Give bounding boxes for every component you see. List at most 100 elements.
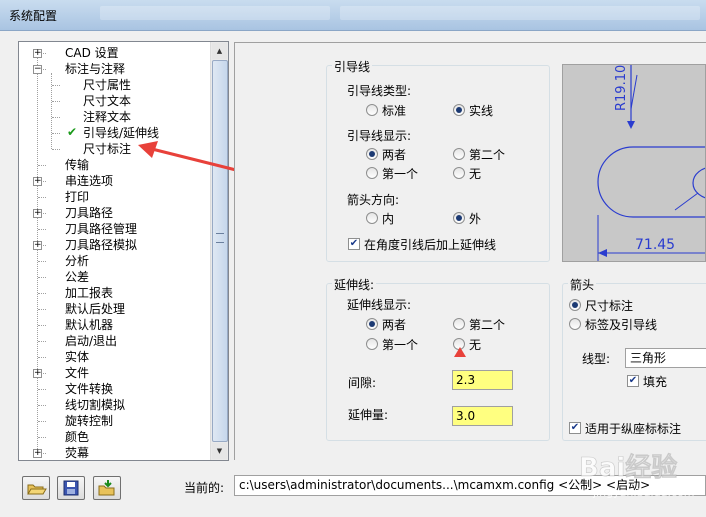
- tree-item[interactable]: 颜色: [65, 429, 89, 445]
- tree-connector: [52, 85, 60, 86]
- collapse-minus-icon[interactable]: −: [33, 65, 42, 74]
- tree-item[interactable]: 标注与注释: [65, 61, 125, 77]
- tree-item[interactable]: CAD 设置: [65, 45, 119, 61]
- extend-amount-input[interactable]: 3.0: [452, 406, 513, 426]
- tree-item-label: 实体: [65, 350, 90, 364]
- tree-item[interactable]: 默认后处理: [65, 301, 125, 317]
- radio-leader-solid[interactable]: [453, 104, 465, 116]
- linetype-combo[interactable]: 三角形: [625, 348, 706, 368]
- tree-item-label: 启动/退出: [65, 334, 118, 348]
- open-config-button[interactable]: [22, 476, 50, 500]
- radio-ext-both[interactable]: [366, 318, 378, 330]
- tree-subitem[interactable]: 尺寸文本: [83, 93, 131, 109]
- tree-connector: [38, 325, 46, 326]
- expand-plus-icon[interactable]: +: [33, 369, 42, 378]
- radio-arrow-dimension[interactable]: [569, 299, 581, 311]
- radio-ext-second[interactable]: [453, 318, 465, 330]
- tree-item[interactable]: 默认机器: [65, 317, 113, 333]
- watermark-sub: jingyan.baidu.com: [592, 486, 695, 499]
- radio-arrow-in-label: 内: [382, 212, 395, 226]
- tree-item[interactable]: 打印: [65, 189, 89, 205]
- radio-arrow-out[interactable]: [453, 212, 465, 224]
- tree-item-label: 颜色: [65, 430, 90, 444]
- tree-connector: [38, 389, 46, 390]
- tree-item-label: 加工报表: [65, 286, 114, 300]
- tree-item[interactable]: 文件: [65, 365, 89, 381]
- radio-ext-first[interactable]: [366, 338, 378, 350]
- radio-ext-first-label: 第一个: [382, 338, 419, 352]
- preview-length-text: 71.45: [635, 237, 675, 253]
- leader-group-title: 引导线: [332, 58, 373, 75]
- tree-item-label: 公差: [65, 270, 90, 284]
- checkbox-extend-after-angle[interactable]: ✔: [348, 238, 360, 250]
- tree-item-label: 串连选项: [65, 174, 114, 188]
- tree-item[interactable]: 荧幕: [65, 445, 89, 460]
- gap-label: 间隙:: [348, 376, 377, 390]
- tree-item[interactable]: 线切割模拟: [65, 397, 125, 413]
- save-config-button[interactable]: [57, 476, 85, 500]
- merge-config-button[interactable]: [93, 476, 121, 500]
- tree-item[interactable]: 启动/退出: [65, 333, 117, 349]
- scroll-down-icon[interactable]: ▼: [212, 443, 227, 459]
- blurred-toolbar: [100, 6, 330, 20]
- tree-connector: [52, 133, 60, 134]
- tree-item-label: 刀具路径: [65, 206, 114, 220]
- baidu-watermark-logo: Bai经验 jingyan.baidu.com: [579, 452, 695, 499]
- tree-connector: [38, 165, 46, 166]
- tree-connector: [38, 229, 46, 230]
- expand-plus-icon[interactable]: +: [33, 241, 42, 250]
- radio-ext-none-label: 无: [469, 338, 482, 352]
- radio-leader-standard[interactable]: [366, 104, 378, 116]
- tree-item[interactable]: 旋转控制: [65, 413, 113, 429]
- tree-item[interactable]: 刀具路径模拟: [65, 237, 137, 253]
- tree-subitem[interactable]: 注释文本: [83, 109, 131, 125]
- tree-subitem[interactable]: 尺寸属性: [83, 77, 131, 93]
- folder-open-icon: [27, 484, 47, 495]
- leader-type-label: 引导线类型:: [347, 84, 412, 98]
- radio-arrow-label-leader[interactable]: [569, 318, 581, 330]
- tree-item[interactable]: 刀具路径管理: [65, 221, 137, 237]
- tree-item-label: 刀具路径管理: [65, 222, 138, 236]
- extension-group-title: 延伸线:: [332, 276, 377, 293]
- tree-connector: [52, 101, 60, 102]
- radio-leader-both-label: 两者: [382, 148, 407, 162]
- tree-item[interactable]: 传输: [65, 157, 89, 173]
- scroll-thumb[interactable]: [212, 60, 228, 442]
- radio-leader-second-label: 第二个: [469, 148, 506, 162]
- radio-leader-first[interactable]: [366, 167, 378, 179]
- tree-item-label: 标注与注释: [65, 62, 126, 76]
- radio-leader-second[interactable]: [453, 148, 465, 160]
- expand-plus-icon[interactable]: +: [33, 49, 42, 58]
- radio-leader-standard-label: 标准: [382, 104, 407, 118]
- tree-item[interactable]: 文件转换: [65, 381, 113, 397]
- radio-ext-second-label: 第二个: [469, 318, 506, 332]
- checkbox-ordinate[interactable]: ✔: [569, 422, 581, 434]
- tree-item[interactable]: 串连选项: [65, 173, 113, 189]
- tree-subitem[interactable]: 尺寸标注: [83, 141, 131, 157]
- tree-item[interactable]: 分析: [65, 253, 89, 269]
- tree-connector: [38, 405, 46, 406]
- tree-item-label: 默认后处理: [65, 302, 126, 316]
- arrow-group-title: 箭头: [568, 276, 597, 293]
- tree-item[interactable]: 公差: [65, 269, 89, 285]
- expand-plus-icon[interactable]: +: [33, 209, 42, 218]
- radio-leader-none[interactable]: [453, 167, 465, 179]
- tree-connector: [38, 341, 46, 342]
- gap-input[interactable]: 2.3: [452, 370, 513, 390]
- expand-plus-icon[interactable]: +: [33, 449, 42, 458]
- checkbox-fill[interactable]: ✔: [627, 375, 639, 387]
- tree-item-label: 尺寸文本: [83, 94, 132, 108]
- tree-connector: [38, 309, 46, 310]
- radio-arrow-in[interactable]: [366, 212, 378, 224]
- tree-item[interactable]: 刀具路径: [65, 205, 113, 221]
- grip-icon: [216, 233, 224, 243]
- tree-scrollbar[interactable]: ▲ ▼: [210, 42, 228, 460]
- settings-tree[interactable]: CAD 设置 + 标注与注释 − 尺寸属性 尺寸文本 注释文本 引导线/延伸线 ✔ 尺寸标注 传输串…: [18, 41, 229, 461]
- scroll-up-icon[interactable]: ▲: [212, 43, 227, 59]
- tree-connector: [38, 437, 46, 438]
- tree-item[interactable]: 加工报表: [65, 285, 113, 301]
- tree-item[interactable]: 实体: [65, 349, 89, 365]
- pointer-triangle-icon: [454, 347, 466, 357]
- expand-plus-icon[interactable]: +: [33, 177, 42, 186]
- radio-leader-both[interactable]: [366, 148, 378, 160]
